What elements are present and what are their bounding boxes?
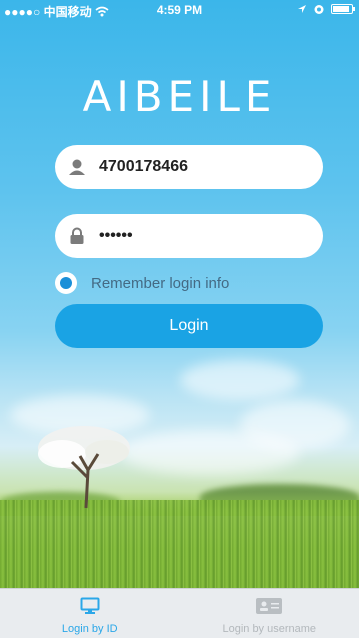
lock-icon bbox=[67, 226, 87, 246]
login-button[interactable]: Login bbox=[55, 304, 323, 348]
id-card-icon bbox=[256, 598, 283, 614]
remember-login-option[interactable]: Remember login info bbox=[55, 272, 229, 294]
alarm-icon bbox=[314, 5, 324, 14]
cloud bbox=[120, 430, 300, 475]
tree-icon bbox=[38, 426, 130, 509]
cloud bbox=[180, 360, 300, 400]
user-icon bbox=[67, 157, 87, 177]
id-input[interactable] bbox=[97, 157, 301, 177]
app-logo: AIBEILE bbox=[82, 72, 277, 121]
tab-bar: Login by ID Login by username bbox=[0, 588, 359, 638]
tab-label: Login by username bbox=[222, 623, 317, 635]
remember-label: Remember login info bbox=[91, 274, 230, 292]
radio-selected-dot bbox=[60, 277, 72, 289]
login-screen: ●●●●○ 中国移动 4:59 PM AIBEILE 4700178466 ••… bbox=[0, 0, 359, 638]
status-bar: ●●●●○ 中国移动 4:59 PM bbox=[0, 0, 359, 20]
password-input[interactable] bbox=[97, 226, 301, 246]
remember-radio[interactable] bbox=[55, 272, 77, 294]
battery-level bbox=[333, 6, 349, 12]
tab-login-by-id[interactable]: Login by ID bbox=[0, 589, 180, 638]
grass-field bbox=[0, 500, 359, 590]
monitor-icon bbox=[80, 597, 100, 614]
id-field[interactable] bbox=[55, 145, 323, 189]
status-indicators bbox=[297, 3, 355, 15]
tab-label: Login by ID bbox=[61, 623, 118, 635]
tab-login-by-username[interactable]: Login by username bbox=[180, 589, 359, 638]
location-arrow-icon bbox=[298, 5, 306, 13]
password-field[interactable] bbox=[55, 214, 323, 258]
battery-icon bbox=[331, 4, 355, 14]
